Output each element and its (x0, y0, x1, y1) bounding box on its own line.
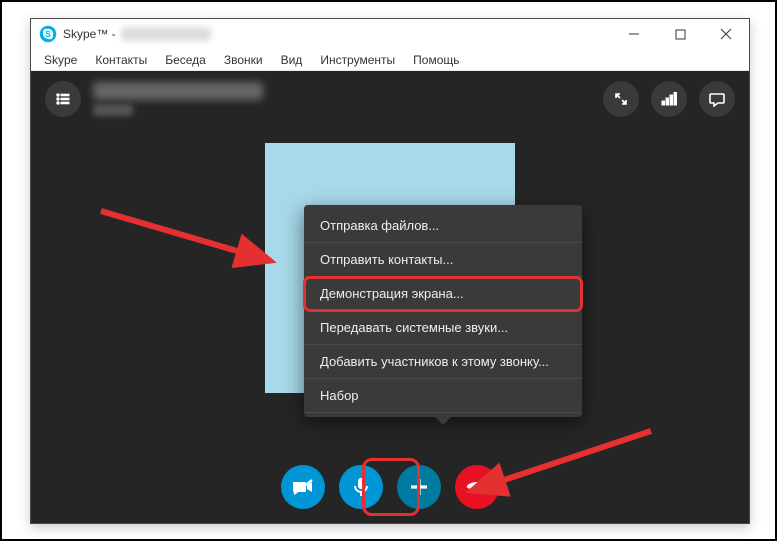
skype-window: S Skype™ - Skype Контакты Беседа Звонки (30, 18, 750, 524)
window-title: Skype™ - (63, 27, 211, 42)
menu-tools[interactable]: Инструменты (311, 51, 404, 69)
contact-name (93, 82, 263, 100)
popup-tail-icon (435, 417, 451, 425)
close-button[interactable] (703, 19, 749, 49)
popup-system-sounds[interactable]: Передавать системные звуки... (304, 311, 582, 345)
maximize-button[interactable] (657, 19, 703, 49)
hangup-icon (466, 480, 488, 494)
conversation-list-button[interactable] (45, 81, 81, 117)
menu-contacts[interactable]: Контакты (86, 51, 156, 69)
call-controls (281, 465, 499, 509)
call-header (45, 81, 735, 117)
menu-view[interactable]: Вид (272, 51, 312, 69)
plus-icon (409, 477, 429, 497)
toggle-mic-button[interactable] (339, 465, 383, 509)
popup-share-screen[interactable]: Демонстрация экрана... (304, 277, 582, 311)
menu-skype[interactable]: Skype (35, 51, 86, 69)
popup-dialpad[interactable]: Набор (304, 379, 582, 413)
popup-add-participants[interactable]: Добавить участников к этому звонку... (304, 345, 582, 379)
skype-logo-icon: S (39, 25, 57, 43)
end-call-button[interactable] (455, 465, 499, 509)
contact-info (93, 82, 263, 116)
call-quality-button[interactable] (651, 81, 687, 117)
camera-off-icon (292, 478, 314, 496)
menu-conversation[interactable]: Беседа (156, 51, 215, 69)
call-area: Отправка файлов... Отправить контакты...… (31, 71, 749, 523)
menu-help[interactable]: Помощь (404, 51, 468, 69)
toggle-video-button[interactable] (281, 465, 325, 509)
menu-calls[interactable]: Звонки (215, 51, 272, 69)
contact-status (93, 104, 133, 116)
add-actions-popup: Отправка файлов... Отправить контакты...… (304, 205, 582, 417)
chat-button[interactable] (699, 81, 735, 117)
minimize-button[interactable] (611, 19, 657, 49)
popup-send-contacts[interactable]: Отправить контакты... (304, 243, 582, 277)
annotation-arrow-left (91, 201, 291, 301)
titlebar: S Skype™ - (31, 19, 749, 49)
fullscreen-button[interactable] (603, 81, 639, 117)
popup-send-files[interactable]: Отправка файлов... (304, 209, 582, 243)
add-actions-button[interactable] (397, 465, 441, 509)
window-controls (611, 19, 749, 49)
microphone-icon (354, 477, 368, 497)
svg-text:S: S (45, 30, 51, 39)
menubar: Skype Контакты Беседа Звонки Вид Инструм… (31, 49, 749, 71)
